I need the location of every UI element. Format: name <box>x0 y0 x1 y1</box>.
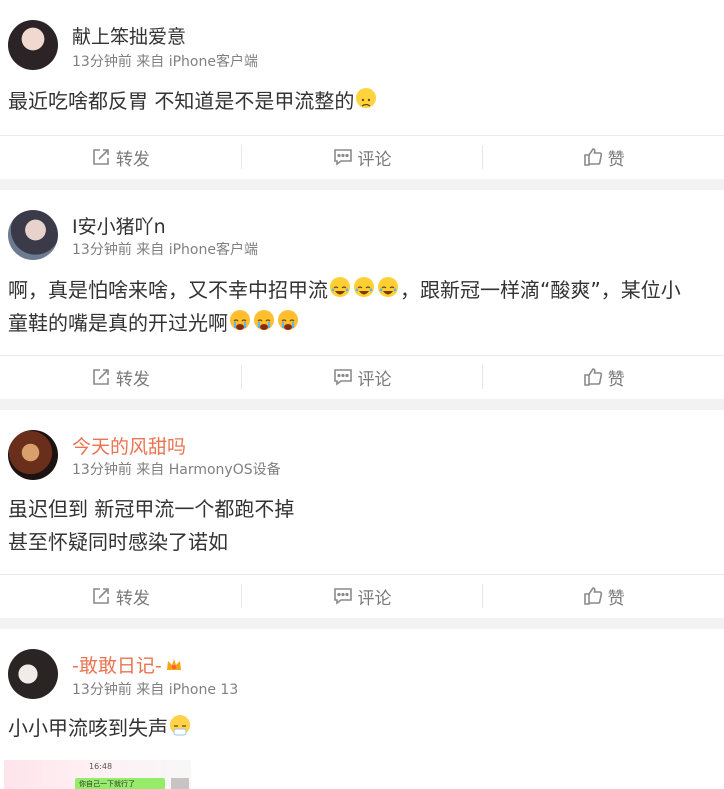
post-card: 献上笨拙爱意 13分钟前 来自 iPhone客户端 最近吃啥都反胃 不知道是不是… <box>0 0 724 179</box>
repost-label: 转发 <box>115 369 150 390</box>
avatar[interactable] <box>8 210 58 260</box>
action-bar: 转发 评论 赞 <box>0 135 724 178</box>
post-card: -敢敢日记- 13分钟前 来自 iPhone 13 小小甲流咳到失声 16:48… <box>0 629 724 789</box>
post-text: 小小甲流咳到失声 <box>8 716 168 740</box>
repost-button[interactable]: 转发 <box>0 356 241 399</box>
repost-label: 转发 <box>115 149 150 170</box>
username[interactable]: I安小猪吖n <box>72 212 166 239</box>
repost-button[interactable]: 转发 <box>0 136 241 179</box>
comment-icon <box>333 586 353 606</box>
like-label: 赞 <box>607 149 625 170</box>
post-text: 最近吃啥都反胃 不知道是不是甲流整的 <box>8 89 355 113</box>
post-meta: 13分钟前 来自 iPhone客户端 <box>72 242 258 258</box>
post-text: 虽迟但到 新冠甲流一个都跑不掉 <box>8 497 295 521</box>
repost-button[interactable]: 转发 <box>0 575 241 618</box>
laugh-cry-face-icon <box>378 277 398 297</box>
post-meta: 13分钟前 来自 HarmonyOS设备 <box>72 462 281 478</box>
comment-icon <box>333 147 353 167</box>
post-meta: 13分钟前 来自 iPhone 13 <box>72 682 239 698</box>
like-button[interactable]: 赞 <box>483 575 724 618</box>
crying-face-icon <box>230 310 250 330</box>
post-text: 甚至怀疑同时感染了诺如 <box>8 530 228 554</box>
like-button[interactable]: 赞 <box>483 136 724 179</box>
post-text: 啊，真是怕啥来啥，又不幸中招甲流 <box>8 278 328 302</box>
comment-button[interactable]: 评论 <box>242 136 483 179</box>
sick-face-icon <box>170 715 190 736</box>
comment-icon <box>333 367 353 387</box>
thumbnail-chat-bubble: 你自己一下就行了 <box>75 778 165 789</box>
like-button[interactable]: 赞 <box>483 356 724 399</box>
post-content: 小小甲流咳到失声 <box>8 712 716 745</box>
username[interactable]: 今天的风甜吗 <box>72 432 186 459</box>
disappointed-face-icon <box>356 88 377 108</box>
laugh-cry-face-icon <box>354 277 374 297</box>
username[interactable]: 献上笨拙爱意 <box>72 22 186 49</box>
action-bar: 转发 评论 赞 <box>0 574 724 617</box>
post-content: 最近吃啥都反胃 不知道是不是甲流整的 <box>8 85 716 118</box>
thumbs-up-icon <box>583 367 603 387</box>
avatar[interactable] <box>8 430 58 480</box>
username-text: -敢敢日记- <box>72 655 162 677</box>
crying-face-icon <box>254 310 274 330</box>
post-text: ，跟新冠一样滴“酸爽”，某位小 <box>400 278 681 302</box>
comment-label: 评论 <box>357 149 392 170</box>
repost-label: 转发 <box>115 588 150 609</box>
post-card: I安小猪吖n 13分钟前 来自 iPhone客户端 啊，真是怕啥来啥，又不幸中招… <box>0 190 724 399</box>
like-label: 赞 <box>607 588 625 609</box>
weibo-comment-feed: 献上笨拙爱意 13分钟前 来自 iPhone客户端 最近吃啥都反胃 不知道是不是… <box>0 0 724 789</box>
comment-label: 评论 <box>357 588 392 609</box>
thumbnail-time: 16:48 <box>89 762 113 771</box>
avatar[interactable] <box>8 20 58 70</box>
like-label: 赞 <box>607 369 625 390</box>
laugh-cry-face-icon <box>330 277 350 297</box>
thumbs-up-icon <box>583 147 603 167</box>
avatar[interactable] <box>8 649 58 699</box>
comment-button[interactable]: 评论 <box>242 575 483 618</box>
post-card: 今天的风甜吗 13分钟前 来自 HarmonyOS设备 虽迟但到 新冠甲流一个都… <box>0 410 724 618</box>
post-meta: 13分钟前 来自 iPhone客户端 <box>72 54 258 70</box>
comment-button[interactable]: 评论 <box>242 356 483 399</box>
thumbs-up-icon <box>583 586 603 606</box>
image-thumbnail[interactable]: 16:48 你自己一下就行了 <box>4 760 191 789</box>
comment-label: 评论 <box>357 369 392 390</box>
repost-icon <box>91 586 111 606</box>
action-bar: 转发 评论 赞 <box>0 355 724 398</box>
post-text: 童鞋的嘴是真的开过光啊 <box>8 311 228 335</box>
thumbnail-avatar <box>171 778 189 789</box>
username[interactable]: -敢敢日记- <box>72 651 183 678</box>
crying-face-icon <box>278 310 298 330</box>
post-content: 啊，真是怕啥来啥，又不幸中招甲流 ，跟新冠一样滴“酸爽”，某位小 童鞋的嘴是真的… <box>8 274 716 340</box>
post-content: 虽迟但到 新冠甲流一个都跑不掉 甚至怀疑同时感染了诺如 <box>8 493 716 559</box>
repost-icon <box>91 147 111 167</box>
member-crown-icon <box>165 656 183 674</box>
repost-icon <box>91 367 111 387</box>
